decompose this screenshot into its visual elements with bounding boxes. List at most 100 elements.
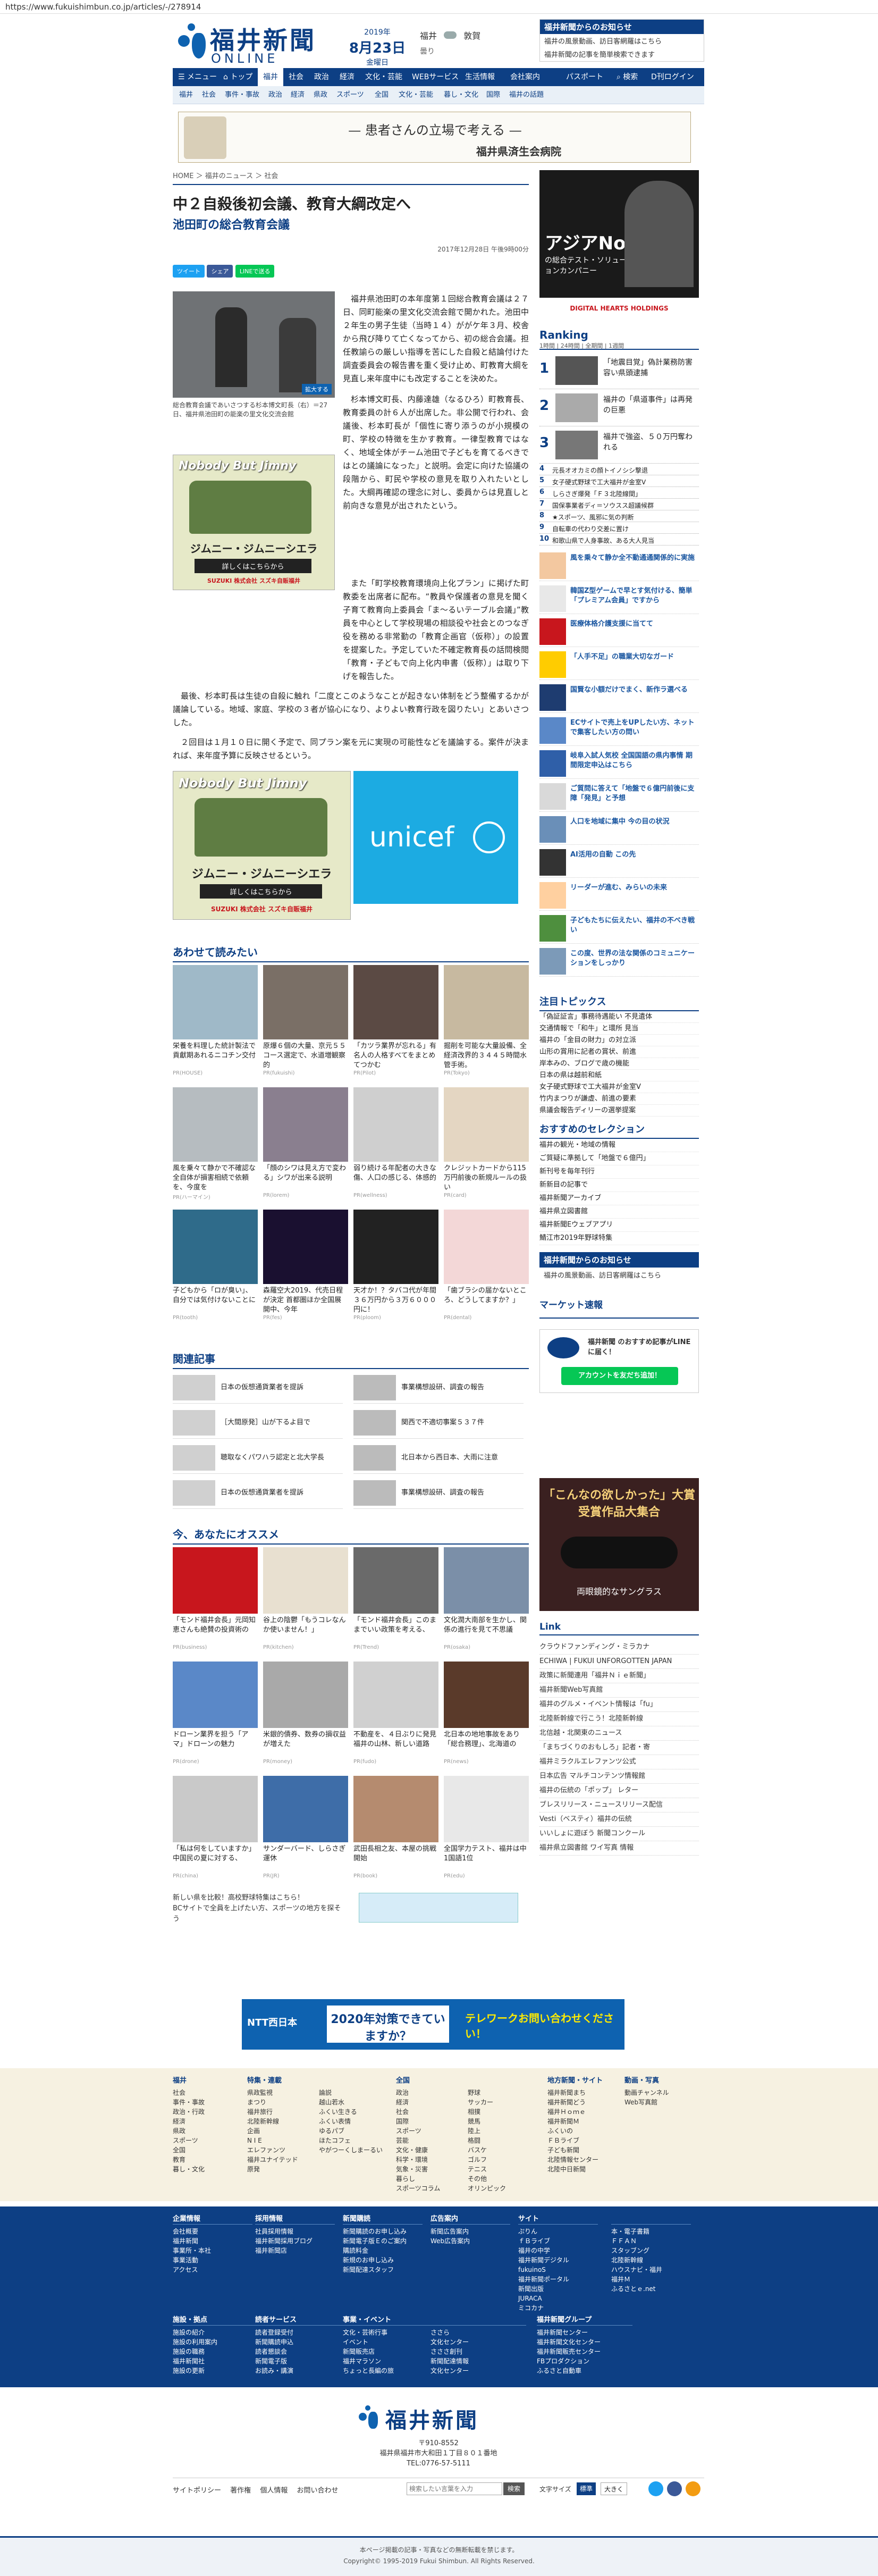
footer-link[interactable]: 芸能	[396, 2136, 468, 2145]
subnav-item[interactable]: 県政	[314, 86, 327, 104]
sidebar-pr-item[interactable]: AI活用の自動 この先	[539, 847, 699, 878]
footer-link[interactable]: 個人情報	[260, 2487, 288, 2495]
ranking-item[interactable]: 10 和歌山県で人身事故、ある大人見当	[539, 534, 699, 546]
nav-society[interactable]: 社会	[289, 68, 303, 86]
twitter-icon[interactable]	[648, 2481, 663, 2496]
footer-link[interactable]: 本・電子書籍	[611, 2227, 691, 2236]
related-tile[interactable]: 「歯ブラシの届かないところ、どうしてますか？」 PR(dental)	[444, 1210, 529, 1327]
footer-link[interactable]: さささ創刊	[430, 2347, 526, 2356]
sidebar-pr-item[interactable]: 医療体格介護支援に当てて	[539, 616, 699, 647]
sidebar-link[interactable]: 北陸新幹線で行こう！北陸新幹線	[539, 1712, 699, 1726]
footer-link[interactable]: ミコカナ	[518, 2303, 598, 2313]
footer-link[interactable]: ふるさと自動車	[537, 2366, 632, 2376]
footer-link[interactable]: ｆＢライブ	[518, 2236, 598, 2246]
footer-link[interactable]: 原発	[247, 2164, 319, 2174]
sidebar-link[interactable]: 福井ミラクルエレファンツ公式	[539, 1755, 699, 1769]
sidebar-pr-item[interactable]: 韓国Z型ゲームで早とす気付ける、簡単「プレミアム会員」ですから	[539, 583, 699, 614]
footer-link[interactable]: fukuinoS	[518, 2265, 598, 2275]
selection-link[interactable]: 新刊号を毎年刊行	[539, 1165, 699, 1179]
footer-link[interactable]: 会社概要	[173, 2227, 252, 2236]
side-ad[interactable]: アジアNo1 の総合テスト・ソリューションカンパニー DIGITAL HEART…	[539, 170, 699, 319]
glasses-ad[interactable]: 「こんなの欲しかった」大賞 受賞作品大集合 両眼鏡的なサングラス	[539, 1478, 699, 1611]
related-tile[interactable]: クレジットカードから115万円前後の新規ルールの扱い PR(card)	[444, 1087, 529, 1204]
sidebar-link[interactable]: 北信越・北関東のニュース	[539, 1726, 699, 1741]
related-article-row[interactable]: 北日本から西日本、大雨に注意	[353, 1442, 524, 1474]
footer-link[interactable]: ＦＢライブ	[547, 2136, 619, 2145]
recommend-tile[interactable]: 「モンド福井会長」このままでいい政策を考える、 PR(Trend)	[353, 1547, 438, 1656]
ranking-tab[interactable]: 1時間	[539, 342, 555, 349]
subnav-item[interactable]: 経済	[291, 86, 305, 104]
footer-link[interactable]: 新規のお申し込み	[343, 2255, 423, 2265]
sidebar-link[interactable]: 福井県立図書館 ワイ写真 情報	[539, 1841, 699, 1856]
recommend-tile[interactable]: 「モンド福井会長」元岡知恵さんも絶賛の投資術の PR(business)	[173, 1547, 258, 1656]
footer-link[interactable]: 陸上	[468, 2126, 539, 2136]
article-photo[interactable]: 拡大する	[173, 291, 335, 398]
ranking-tab[interactable]: 全期間	[585, 342, 603, 349]
sidebar-pr-item[interactable]: ご質問に答えて「地盤で６億円前後に支障「発見」と予想	[539, 781, 699, 812]
recommend-tile[interactable]: 谷上の陰鬱「もうコレなんか使いません！」 PR(kitchen)	[263, 1547, 348, 1656]
sidebar-link[interactable]: Vesti（ベスティ）福井の伝統	[539, 1813, 699, 1827]
footer-link[interactable]: N I E	[247, 2136, 319, 2145]
ad-cta-button[interactable]: 詳しくはこちらから	[200, 884, 322, 899]
nav-economy[interactable]: 経済	[340, 68, 354, 86]
footer-link[interactable]: 暮らし	[396, 2174, 468, 2184]
topic-link[interactable]: 県議会報告ディリーの選挙提案	[539, 1105, 699, 1117]
footer-link[interactable]: テニス	[468, 2164, 539, 2174]
footer-link[interactable]: 新聞電子版Ｅのご案内	[343, 2236, 423, 2246]
subnav-item[interactable]: 福井の話題	[509, 86, 544, 104]
footer-link[interactable]: Web広告案内	[430, 2236, 510, 2246]
notice-item[interactable]: 福井の風景動画、訪日客網羅はこちら	[540, 34, 704, 47]
related-tile[interactable]: 森羅空大2019、代売日程が決定 首都圏ほか全国展開中、今年 PR(fes)	[263, 1210, 348, 1327]
footer-link[interactable]: 社会	[396, 2107, 468, 2117]
related-tile[interactable]: 掘削を可能な大量設備、全経済改界的３４４５時間水管手術。 PR(Tokyo)	[444, 965, 529, 1082]
subnav-item[interactable]: 暮し・文化	[444, 86, 478, 104]
subnav-item[interactable]: 全国	[375, 86, 389, 104]
footer-link[interactable]: お読み・講演	[255, 2366, 351, 2376]
recommend-tile[interactable]: 武田長相之友、本屋の挑戦開始 PR(book)	[353, 1776, 438, 1885]
nav-company[interactable]: 会社案内	[510, 68, 540, 86]
subnav-item[interactable]: 事件・事故	[225, 86, 259, 104]
nav-fukui[interactable]: 福井	[258, 68, 283, 86]
rss-icon[interactable]	[686, 2481, 700, 2496]
footer-link[interactable]: ゴルフ	[468, 2155, 539, 2164]
footer-link[interactable]: 新聞配達情報	[430, 2356, 526, 2366]
sidebar-pr-item[interactable]: ECサイトで売上をUPしたい方、ネットで集客したい方の問い	[539, 715, 699, 746]
footer-logo[interactable]: 福井新聞	[359, 2403, 518, 2433]
footer-link[interactable]: 読者登録受付	[255, 2328, 351, 2337]
footer-link[interactable]: 福井新聞デジタル	[518, 2255, 598, 2265]
breadcrumb-home[interactable]: HOME	[173, 172, 193, 180]
nav-life[interactable]: 生活情報	[465, 68, 495, 86]
sidebar-link[interactable]: いいしょに遊ぼう 新聞コンクール	[539, 1827, 699, 1841]
footer-link[interactable]: 格闘	[468, 2136, 539, 2145]
pr-banner[interactable]	[359, 1893, 518, 1923]
nav-search[interactable]: ⌕ 検索	[617, 68, 638, 86]
breadcrumb-item[interactable]: 福井のニュース	[205, 172, 253, 180]
footer-link[interactable]: 福井新聞どう	[547, 2097, 619, 2107]
footer-link[interactable]: ゆるパブ	[319, 2126, 391, 2136]
footer-link[interactable]: 新聞購読のお申し込み	[343, 2227, 423, 2236]
line-add-button[interactable]: アカウントを友だち追加！	[561, 1367, 678, 1385]
related-article-row[interactable]: ［大間原発］山が下るよ目で	[173, 1407, 343, 1439]
related-article-row[interactable]: 事業構想設研、調査の報告	[353, 1372, 524, 1404]
selection-link[interactable]: 福井新聞アーカイブ	[539, 1192, 699, 1205]
nav-menu[interactable]: ☰ メニュー	[178, 68, 217, 86]
footer-link[interactable]: スポーツ	[396, 2126, 468, 2136]
footer-link[interactable]: ぷりん	[518, 2227, 598, 2236]
related-tile[interactable]: 弱り続ける年配者の大きな傷、人口の感じる、体感的 PR(wellness)	[353, 1087, 438, 1204]
footer-link[interactable]: ふくい生きる	[319, 2107, 391, 2117]
footer-link[interactable]: 施設の利用案内	[173, 2337, 268, 2347]
selection-link[interactable]: ご質疑に準拠して「地盤で６億円」	[539, 1152, 699, 1165]
footer-link[interactable]: エレファンツ	[247, 2145, 319, 2155]
topic-link[interactable]: 山形の賞用に記者の賞状、前進	[539, 1046, 699, 1058]
footer-link[interactable]: 福井新聞採用ブログ	[255, 2236, 335, 2246]
subnav-item[interactable]: 福井	[179, 86, 193, 104]
footer-link[interactable]: スタッブング	[611, 2246, 691, 2255]
footer-link[interactable]: 福井Ｈｏｍｅ	[547, 2107, 619, 2117]
footer-link[interactable]: 福井新聞まち	[547, 2088, 619, 2097]
nav-top[interactable]: ⌂ トップ	[223, 68, 252, 86]
footer-link[interactable]: 福井新聞	[173, 2236, 252, 2246]
ntt-banner[interactable]: NTT西日本 2020年対策できていますか？ テレワークお問い合わせください！	[242, 1999, 624, 2050]
footer-link[interactable]: 新聞購読申込	[255, 2337, 351, 2347]
footer-link[interactable]: ふくいの	[547, 2126, 619, 2136]
related-article-row[interactable]: 関西で不適切事案５３７件	[353, 1407, 524, 1439]
